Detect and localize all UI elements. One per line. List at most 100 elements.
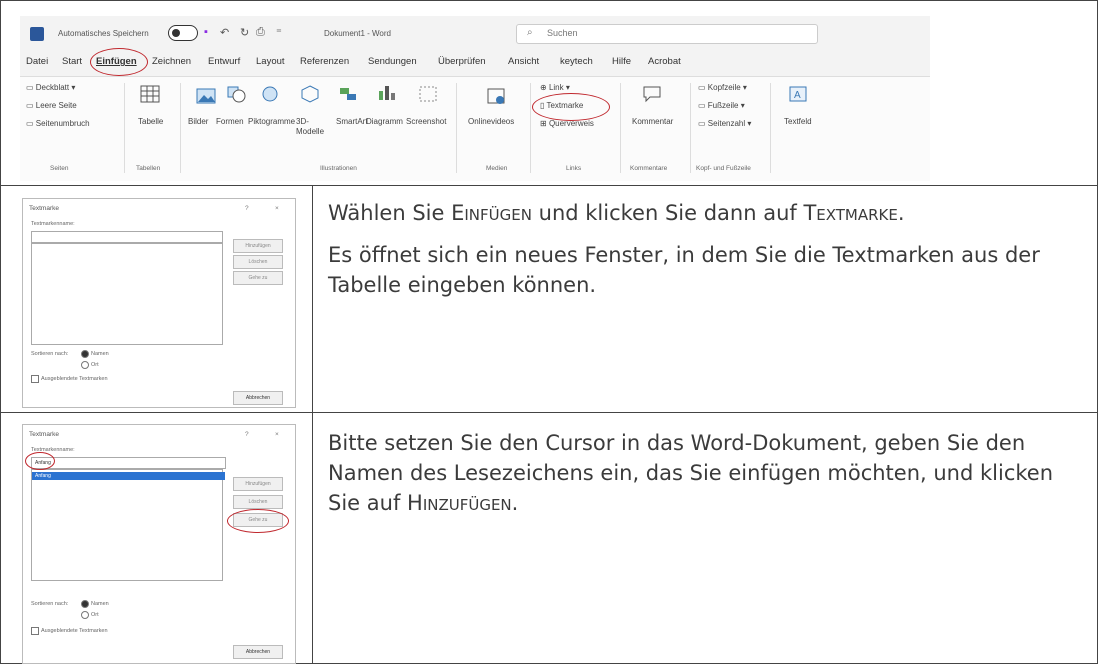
highlight-textmarke	[532, 93, 610, 121]
tabelle-button[interactable]: Tabelle	[138, 117, 163, 126]
tab-ueberpruefen[interactable]: Überprüfen	[438, 56, 486, 67]
word-ribbon-screenshot: Automatisches Speichern ▪ ↶ ↻ ⎙ ⁼ Dokume…	[20, 16, 930, 181]
tab-start[interactable]: Start	[62, 56, 82, 67]
goto-button[interactable]: Gehe zu	[233, 271, 283, 285]
comment-icon	[643, 86, 661, 103]
sort-ort-label: Ort	[91, 362, 99, 368]
group-separator	[770, 83, 771, 173]
sort-ort-radio[interactable]	[81, 361, 89, 369]
table-icon	[140, 85, 160, 103]
seitenzahl-button[interactable]: ▭ Seitenzahl ▾	[698, 119, 751, 128]
tab-sendungen[interactable]: Sendungen	[368, 56, 417, 67]
highlight-name	[25, 452, 55, 470]
delete-button[interactable]: Löschen	[233, 255, 283, 269]
help-icon[interactable]: ?	[245, 431, 249, 438]
save-icon[interactable]: ▪	[204, 26, 208, 38]
chart-icon	[379, 86, 395, 100]
3d-modelle-button[interactable]: 3D-Modelle	[296, 117, 336, 137]
textfeld-button[interactable]: Textfeld	[784, 117, 812, 126]
bookmark-name-input[interactable]	[31, 231, 223, 243]
dialog-title: Textmarke	[29, 205, 59, 212]
group-separator	[456, 83, 457, 173]
search-box[interactable]: ⌕ Suchen	[516, 24, 818, 44]
group-separator	[124, 83, 125, 173]
sort-name-radio[interactable]	[81, 350, 89, 358]
screenshot-icon	[419, 86, 437, 102]
onlinevideos-button[interactable]: Onlinevideos	[468, 117, 514, 126]
sort-name-radio[interactable]	[81, 600, 89, 608]
tab-ansicht[interactable]: Ansicht	[508, 56, 539, 67]
tab-datei[interactable]: Datei	[26, 56, 48, 67]
group-separator	[690, 83, 691, 173]
group-illustrationen: Illustrationen	[320, 165, 357, 172]
tab-zeichnen[interactable]: Zeichnen	[152, 56, 191, 67]
add-button[interactable]: Hinzufügen	[233, 477, 283, 491]
fusszeile-button[interactable]: ▭ Fußzeile ▾	[698, 101, 745, 110]
group-kopf-fusszeile: Kopf- und Fußzeile	[696, 165, 751, 172]
redo-icon[interactable]: ↻	[240, 26, 249, 39]
sort-ort-radio[interactable]	[81, 611, 89, 619]
help-icon[interactable]: ?	[245, 205, 249, 212]
tab-hilfe[interactable]: Hilfe	[612, 56, 631, 67]
customize-icon[interactable]: ⁼	[276, 26, 282, 39]
tab-keytech[interactable]: keytech	[560, 56, 593, 67]
undo-icon[interactable]: ↶	[220, 26, 229, 39]
bookmark-list[interactable]	[31, 243, 223, 345]
sort-ort-label: Ort	[91, 612, 99, 618]
link-button[interactable]: ⊕ Link ▾	[540, 83, 570, 92]
group-kommentare: Kommentare	[630, 165, 668, 172]
screenshot-button[interactable]: Screenshot	[406, 117, 446, 126]
online-video-icon	[487, 88, 505, 104]
group-separator	[530, 83, 531, 173]
smartart-button[interactable]: SmartArt	[336, 117, 368, 126]
autosave-label: Automatisches Speichern	[58, 29, 149, 38]
piktogramme-button[interactable]: Piktogramme	[248, 117, 295, 126]
step1-line1: Wählen Sie EINFÜGEN und klicken Sie dann…	[328, 201, 905, 225]
kommentar-button[interactable]: Kommentar	[632, 117, 673, 126]
tab-acrobat[interactable]: Acrobat	[648, 56, 681, 67]
hidden-bookmarks-label: Ausgeblendete Textmarken	[41, 376, 108, 382]
hidden-bookmarks-checkbox[interactable]	[31, 375, 39, 383]
group-links: Links	[566, 165, 582, 172]
hidden-bookmarks-checkbox[interactable]	[31, 627, 39, 635]
leere-seite-button[interactable]: ▭ Leere Seite	[26, 101, 77, 110]
print-icon[interactable]: ⎙	[256, 26, 265, 39]
sort-name-label: Namen	[91, 601, 109, 607]
bookmark-name-input[interactable]: Anfang	[31, 457, 226, 469]
textbox-icon: A	[789, 86, 807, 102]
sort-name-label: Namen	[91, 351, 109, 357]
add-button[interactable]: Hinzufügen	[233, 239, 283, 253]
group-separator	[620, 83, 621, 173]
search-placeholder: Suchen	[547, 28, 578, 38]
highlight-add	[227, 509, 289, 533]
search-icon: ⌕	[527, 27, 533, 38]
close-icon[interactable]: ×	[275, 205, 279, 212]
kopfzeile-button[interactable]: ▭ Kopfzeile ▾	[698, 83, 747, 92]
tab-referenzen[interactable]: Referenzen	[300, 56, 349, 67]
bilder-button[interactable]: Bilder	[188, 117, 208, 126]
diagramm-button[interactable]: Diagramm	[366, 117, 403, 126]
cancel-button[interactable]: Abbrechen	[233, 391, 283, 405]
seitenumbruch-button[interactable]: ▭ Seitenumbruch	[26, 119, 90, 128]
ribbon-panel: ▭ Deckblatt ▾ ▭ Leere Seite ▭ Seitenumbr…	[20, 76, 930, 181]
sort-label: Sortieren nach:	[31, 351, 69, 357]
step1-paragraph2: Es öffnet sich ein neues Fenster, in dem…	[328, 243, 1040, 297]
autosave-toggle[interactable]	[168, 25, 198, 41]
bookmark-list[interactable]: Anfang	[31, 469, 225, 581]
deckblatt-button[interactable]: ▭ Deckblatt ▾	[26, 83, 75, 92]
bookmark-list-item[interactable]: Anfang	[32, 472, 225, 480]
close-icon[interactable]: ×	[275, 431, 279, 438]
formen-button[interactable]: Formen	[216, 117, 244, 126]
row-divider	[0, 185, 1098, 186]
group-tabellen: Tabellen	[136, 165, 161, 172]
highlight-einfuegen	[90, 48, 148, 76]
tab-entwurf[interactable]: Entwurf	[208, 56, 240, 67]
delete-button[interactable]: Löschen	[233, 495, 283, 509]
tab-layout[interactable]: Layout	[256, 56, 285, 67]
3d-models-icon	[301, 85, 319, 103]
document-title: Dokument1 - Word	[324, 29, 391, 38]
shapes-icon	[227, 86, 246, 103]
bookmark-dialog-filled: Textmarke ? × Textmarkenname: Anfang Anf…	[22, 424, 296, 664]
cancel-button[interactable]: Abbrechen	[233, 645, 283, 659]
bookmark-dialog-empty: Textmarke ? × Textmarkenname: Hinzufügen…	[22, 198, 296, 408]
